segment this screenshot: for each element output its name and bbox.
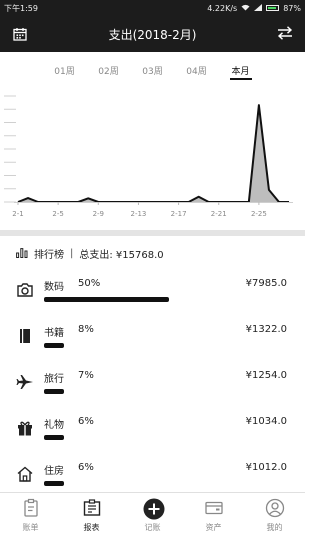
- signal-icon: [254, 3, 263, 13]
- calendar-icon[interactable]: [13, 26, 27, 41]
- gift-icon: [16, 419, 34, 437]
- category-share-bar: [44, 297, 169, 302]
- clipboard-icon: [21, 498, 41, 518]
- battery-icon: [266, 5, 280, 11]
- chart-line: [17, 104, 289, 203]
- tab-week-2[interactable]: 02周: [88, 52, 130, 88]
- period-tabs: 01周 02周 03周 04周 本月: [0, 52, 305, 88]
- category-share-bar: [44, 481, 64, 486]
- status-time: 下午1:59: [4, 3, 38, 13]
- chart-tick-label: 2-17: [171, 210, 187, 218]
- bottom-tab-label: 报表: [83, 523, 100, 532]
- category-share-bar: [44, 435, 64, 440]
- category-name: 旅行: [44, 374, 64, 385]
- battery-level: [268, 7, 277, 9]
- wallet-icon: [204, 498, 224, 518]
- chart-tick-label: 2-9: [93, 210, 104, 218]
- category-share-bar: [44, 343, 64, 348]
- bottom-tab-bills[interactable]: 账单: [0, 493, 61, 539]
- category-percent: 7%: [78, 370, 94, 381]
- ranking-header: 排行榜 | 总支出: ¥15768.0: [0, 236, 305, 270]
- category-amount: ¥1012.0: [245, 462, 287, 473]
- camera-icon: [16, 281, 34, 299]
- expense-chart: 2-1 2-5 2-9 2-13 2-17 2-21 2-25: [0, 90, 305, 230]
- page-title: 支出(2018-2月): [108, 27, 197, 42]
- total-expense: 总支出: ¥15768.0: [79, 249, 164, 261]
- chart-point: [87, 197, 89, 199]
- swap-icon[interactable]: [277, 25, 293, 41]
- tab-week-1[interactable]: 01周: [44, 52, 86, 88]
- list-item[interactable]: 数码 50% ¥7985.0: [0, 270, 305, 316]
- bottom-tab-bar: 账单 报表 记账 资产 我的: [0, 492, 305, 539]
- chart-point: [258, 104, 260, 106]
- status-indicators: 4.22K/s 87%: [207, 3, 301, 13]
- chart-point: [27, 197, 29, 199]
- bar-chart-icon: [16, 248, 28, 258]
- category-percent: 50%: [78, 278, 101, 289]
- bottom-tab-label: 记账: [144, 523, 161, 532]
- tab-this-month[interactable]: 本月: [220, 52, 262, 88]
- chart-tick-label: 2-21: [211, 210, 227, 218]
- category-name: 书籍: [44, 328, 64, 339]
- expense-chart-svg: 2-1 2-5 2-9 2-13 2-17 2-21 2-25: [4, 95, 293, 218]
- tab-week-3[interactable]: 03周: [132, 52, 174, 88]
- chart-area: [18, 105, 289, 202]
- ranking-separator: |: [70, 247, 74, 259]
- status-bar: 下午1:59 4.22K/s 87%: [0, 0, 305, 16]
- app-header: 支出(2018-2月): [0, 16, 305, 52]
- bottom-tab-assets[interactable]: 资产: [183, 493, 244, 539]
- category-name: 住房: [44, 466, 64, 477]
- chart-tick-label: 2-25: [251, 210, 267, 218]
- category-name: 礼物: [44, 420, 64, 431]
- bottom-tab-label: 资产: [205, 523, 222, 532]
- wifi-icon: [241, 4, 250, 13]
- chart-point: [198, 196, 200, 198]
- bottom-tab-reports[interactable]: 报表: [61, 493, 122, 539]
- network-speed: 4.22K/s: [207, 3, 238, 13]
- airplane-icon: [16, 373, 34, 391]
- category-percent: 6%: [78, 416, 94, 427]
- bottom-tab-profile[interactable]: 我的: [244, 493, 305, 539]
- category-name: 数码: [44, 282, 64, 293]
- list-item[interactable]: 旅行 7% ¥1254.0: [0, 362, 305, 408]
- book-icon: [16, 327, 34, 345]
- category-share-bar: [44, 389, 64, 394]
- category-amount: ¥1034.0: [245, 416, 287, 427]
- category-amount: ¥1322.0: [245, 324, 287, 335]
- bottom-tab-add-record[interactable]: 记账: [122, 493, 183, 539]
- chart-tick-label: 2-1: [12, 210, 23, 218]
- bottom-tab-label: 我的: [266, 523, 283, 532]
- chart-tick-label: 2-13: [130, 210, 146, 218]
- list-item[interactable]: 书籍 8% ¥1322.0: [0, 316, 305, 362]
- tab-week-4[interactable]: 04周: [176, 52, 218, 88]
- ranking-list: 数码 50% ¥7985.0 书籍 8% ¥1322.0 旅行 7% ¥1254…: [0, 270, 305, 500]
- profile-icon: [265, 498, 285, 518]
- list-item[interactable]: 礼物 6% ¥1034.0: [0, 408, 305, 454]
- category-amount: ¥1254.0: [245, 370, 287, 381]
- ranking-title: 排行榜: [34, 249, 64, 261]
- category-percent: 8%: [78, 324, 94, 335]
- add-circle-icon: [143, 498, 164, 520]
- report-icon: [82, 498, 102, 518]
- category-amount: ¥7985.0: [245, 278, 287, 289]
- chart-point: [268, 189, 270, 191]
- category-percent: 6%: [78, 462, 94, 473]
- chart-tick-label: 2-5: [52, 210, 63, 218]
- battery-text: 87%: [283, 3, 301, 13]
- bottom-tab-label: 账单: [22, 523, 39, 532]
- house-icon: [16, 465, 34, 483]
